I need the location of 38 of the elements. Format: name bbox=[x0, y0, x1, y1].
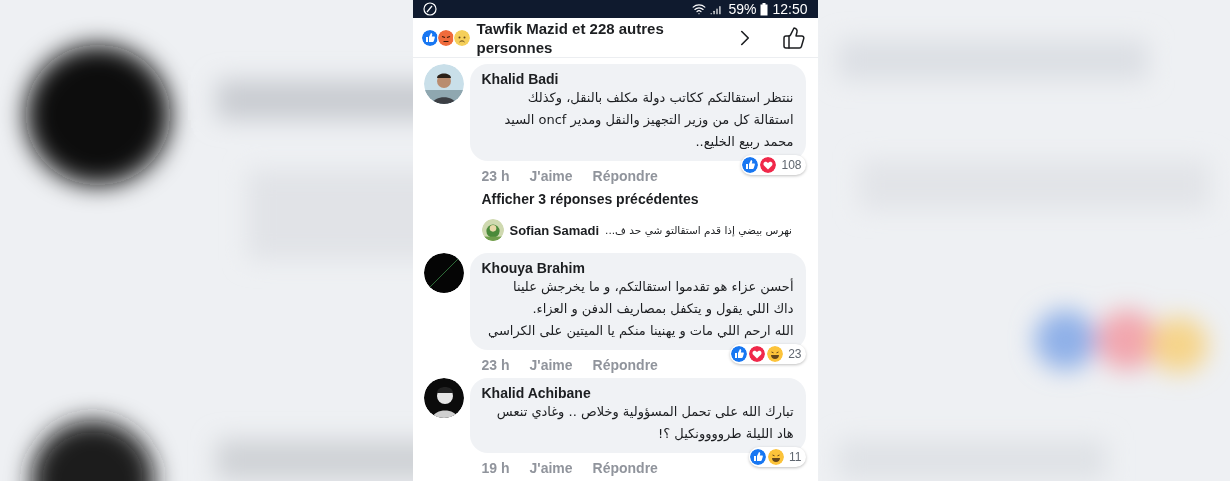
comment-text: أحسن عزاء هو تقدموا استقالتكم، و ما يخرجش علينا داك اللي يقول و يتكفل بمصاريف الدفن و العزاء. الله ارحم اللي مات و يهنينا منكم يا الميتين على الكراسي bbox=[487, 277, 794, 341]
comment-author[interactable]: Khouya Brahim bbox=[481, 260, 794, 276]
battery-level: 59% bbox=[728, 1, 757, 18]
comment-time: 23 h bbox=[481, 356, 510, 373]
reactions-badge[interactable]: 23 bbox=[730, 344, 806, 364]
angry-reaction-icon bbox=[436, 28, 455, 47]
previous-replies-link[interactable]: Afficher 3 réponses précédentes bbox=[469, 191, 806, 207]
comment-author[interactable]: Khalid Achibane bbox=[481, 385, 794, 401]
reply-author[interactable]: Sofian Samadi bbox=[509, 222, 600, 238]
love-reaction-icon bbox=[759, 156, 778, 174]
clock-time: 12:50 bbox=[772, 1, 808, 18]
wifi-icon bbox=[692, 2, 707, 17]
like-link[interactable]: J'aime bbox=[529, 457, 573, 476]
comment-text: تبارك الله على تحمل المسؤولية وخلاص .. وغادي تنعس هاد الليلة طروووونكيل ؟! bbox=[495, 403, 794, 444]
like-reaction-icon bbox=[741, 156, 760, 174]
reply-link[interactable]: Répondre bbox=[592, 354, 658, 373]
like-link[interactable]: J'aime bbox=[529, 165, 573, 184]
reply-link[interactable]: Répondre bbox=[592, 165, 658, 184]
like-reaction-icon bbox=[730, 345, 749, 363]
comment-author[interactable]: Khalid Badi bbox=[481, 71, 794, 87]
like-icon[interactable] bbox=[781, 25, 806, 50]
love-reaction-icon bbox=[748, 345, 767, 363]
haha-reaction-icon bbox=[766, 345, 785, 363]
comment-text: ننتظر استقالتكم ككاتب دولة مكلف بالنقل، وكذلك استقالة كل من وزير التجهيز والنقل ومدير oncf السيد محمد ربيع الخليع.. bbox=[503, 89, 794, 152]
reactions-badge[interactable]: 11 bbox=[749, 447, 806, 467]
sad-reaction-icon bbox=[452, 28, 471, 47]
reactions-badge[interactable]: 108 bbox=[741, 155, 806, 175]
reactions-summary[interactable]: Tawfik Mazid et 228 autres personnes bbox=[476, 18, 726, 57]
reply-link[interactable]: Répondre bbox=[592, 457, 658, 476]
comment-time: 23 h bbox=[481, 167, 510, 184]
like-reaction-icon bbox=[749, 448, 768, 466]
like-reaction-icon bbox=[420, 28, 439, 47]
comment-time: 19 h bbox=[481, 459, 510, 476]
app-icon bbox=[422, 2, 437, 17]
haha-reaction-icon bbox=[767, 448, 786, 466]
reply-text: نهرس بيضي إذا قدم استقالتو شي حد ف... bbox=[605, 224, 792, 236]
like-link[interactable]: J'aime bbox=[529, 354, 573, 373]
battery-icon bbox=[760, 2, 769, 16]
